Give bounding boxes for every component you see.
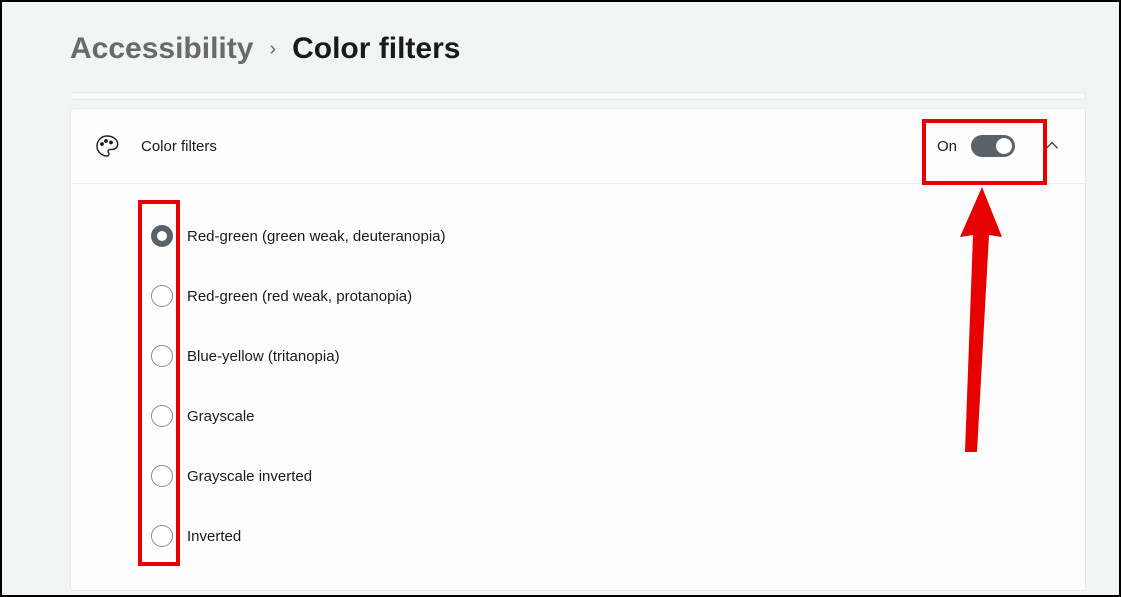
option-grayscale-inverted[interactable]: Grayscale inverted (151, 446, 1085, 506)
option-deuteranopia[interactable]: Red-green (green weak, deuteranopia) (151, 206, 1085, 266)
breadcrumb-current: Color filters (292, 32, 460, 66)
toggle-switch[interactable] (971, 135, 1015, 157)
chevron-up-icon[interactable] (1043, 137, 1061, 155)
breadcrumb-separator-icon: › (269, 38, 276, 61)
radio-button[interactable] (151, 525, 173, 547)
panel-top-strip (70, 92, 1086, 100)
toggle-knob (996, 138, 1012, 154)
breadcrumb: Accessibility › Color filters (70, 32, 1087, 66)
radio-button[interactable] (151, 465, 173, 487)
filter-options-list: Red-green (green weak, deuteranopia) Red… (71, 184, 1085, 590)
radio-button[interactable] (151, 345, 173, 367)
option-label: Inverted (187, 528, 241, 545)
color-filters-panel: Color filters On Red-green (green weak, … (70, 108, 1086, 591)
option-label: Red-green (green weak, deuteranopia) (187, 228, 446, 245)
panel-header[interactable]: Color filters On (71, 109, 1085, 184)
option-label: Grayscale (187, 408, 255, 425)
palette-icon (95, 134, 119, 158)
option-inverted[interactable]: Inverted (151, 506, 1085, 566)
option-label: Grayscale inverted (187, 468, 312, 485)
radio-button[interactable] (151, 285, 173, 307)
radio-button[interactable] (151, 225, 173, 247)
radio-button[interactable] (151, 405, 173, 427)
color-filters-toggle[interactable]: On (927, 129, 1025, 163)
breadcrumb-parent[interactable]: Accessibility (70, 32, 253, 66)
toggle-state-label: On (937, 138, 957, 155)
panel-title: Color filters (141, 138, 927, 155)
option-label: Red-green (red weak, protanopia) (187, 288, 412, 305)
option-grayscale[interactable]: Grayscale (151, 386, 1085, 446)
option-protanopia[interactable]: Red-green (red weak, protanopia) (151, 266, 1085, 326)
option-label: Blue-yellow (tritanopia) (187, 348, 340, 365)
option-tritanopia[interactable]: Blue-yellow (tritanopia) (151, 326, 1085, 386)
